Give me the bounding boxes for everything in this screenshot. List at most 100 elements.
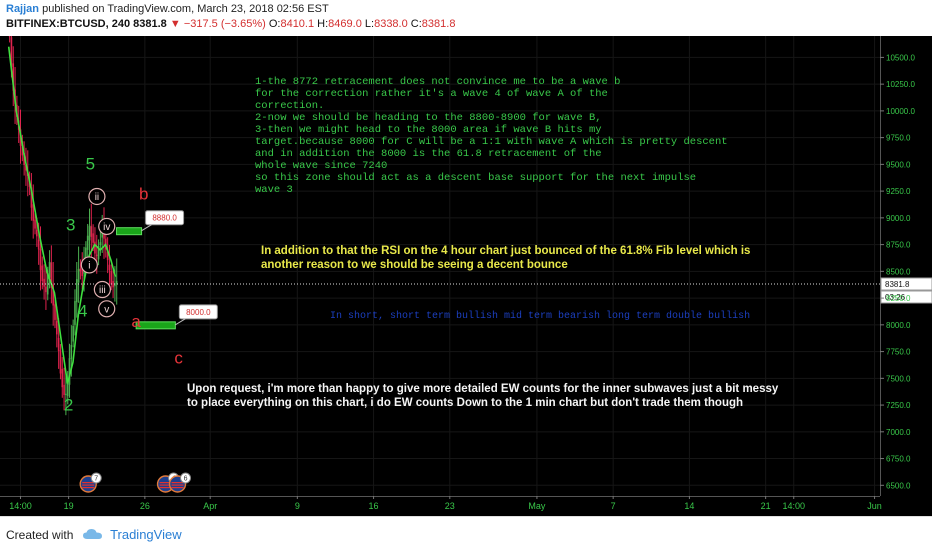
candle-body bbox=[63, 384, 65, 395]
white-annotation-line: to place everything on this chart, i do … bbox=[187, 397, 743, 409]
tradingview-link[interactable]: TradingView bbox=[110, 527, 182, 542]
x-tick-label: May bbox=[528, 501, 546, 511]
green-annotation-line: so this zone should act as a descent bas… bbox=[255, 172, 696, 184]
candle-body bbox=[94, 241, 96, 254]
flag-stripe bbox=[171, 484, 184, 486]
x-tick-label: 9 bbox=[295, 501, 300, 511]
subwave-label-iii: iii bbox=[99, 285, 106, 296]
y-tick-label: 9500.0 bbox=[886, 160, 911, 169]
wave-label-a: a bbox=[131, 312, 141, 331]
candle-body bbox=[61, 368, 64, 388]
x-tick-label: 7 bbox=[611, 501, 616, 511]
candle-body bbox=[92, 233, 94, 243]
green-annotation-line: 1-the 8772 retracement does not convince… bbox=[255, 76, 620, 88]
y-tick-label: 7500.0 bbox=[886, 374, 911, 383]
chart-footer: Created with TradingView bbox=[0, 516, 932, 551]
y-tick-label: 6750.0 bbox=[886, 455, 911, 464]
candle-body bbox=[37, 239, 40, 250]
candle-body bbox=[70, 344, 73, 359]
green-annotation-line: target.because 8000 for C will be a 1:1 … bbox=[255, 136, 728, 148]
low-value: 8338.0 bbox=[374, 18, 408, 30]
yellow-annotation-line: In addition to that the RSI on the 4 hou… bbox=[261, 245, 750, 257]
x-tick-label: 14:00 bbox=[9, 501, 32, 511]
subwave-label-v: v bbox=[104, 304, 109, 315]
y-tick-label: 9750.0 bbox=[886, 134, 911, 143]
target-callout-text: 8000.0 bbox=[186, 308, 211, 317]
last-price-tag-text: 8381.8 bbox=[885, 280, 910, 289]
down-arrow-icon: ▼ bbox=[169, 18, 181, 30]
target-zone[interactable] bbox=[135, 321, 176, 330]
candle-body bbox=[95, 254, 98, 256]
candle-body bbox=[39, 248, 42, 271]
candle-body bbox=[77, 269, 80, 283]
subwave-label-ii: ii bbox=[95, 192, 99, 203]
wave-label-c: c bbox=[174, 348, 183, 367]
y-tick-label: 7750.0 bbox=[886, 348, 911, 357]
x-tick-label: 23 bbox=[445, 501, 455, 511]
publish-line: Rajjan published on TradingView.com, Mar… bbox=[6, 3, 329, 15]
y-tick-label: 8000.0 bbox=[886, 321, 911, 330]
green-annotation-line: and in addition the 8000 is the 61.8 ret… bbox=[255, 148, 602, 160]
price-change: −317.5 (−3.65%) bbox=[183, 18, 266, 30]
y-tick-label: 10000.0 bbox=[886, 107, 915, 116]
flag-stripe bbox=[82, 484, 95, 486]
candle-body bbox=[54, 304, 56, 320]
x-tick-label: Apr bbox=[203, 501, 217, 511]
wave-label-3: 3 bbox=[66, 216, 75, 235]
chart-area[interactable]: 8381.8 03:26 8880.0 8000.0 5342bac ii iv i ii… bbox=[0, 11, 932, 516]
y-tick-label: 6500.0 bbox=[886, 481, 911, 490]
candle-body bbox=[110, 270, 113, 285]
y-tick-label: 7250.0 bbox=[886, 401, 911, 410]
candle-body bbox=[99, 242, 102, 246]
candle-body bbox=[57, 337, 60, 352]
green-annotation-line: 3-then we might head to the 8000 area if… bbox=[255, 124, 602, 136]
y-tick-label: 8250.0 bbox=[886, 294, 911, 303]
candle-body bbox=[74, 301, 76, 325]
last-price: 8381.8 bbox=[133, 18, 167, 30]
candle-body bbox=[59, 350, 62, 374]
yellow-annotation-line: another reason to we should be seeing a … bbox=[261, 259, 568, 271]
wave-label-b: b bbox=[139, 185, 148, 204]
symbol-line: BITFINEX:BTCUSD, 240 8381.8 ▼ −317.5 (−3… bbox=[6, 18, 455, 30]
y-tick-label: 10500.0 bbox=[886, 53, 915, 62]
created-with-text: Created with bbox=[6, 528, 74, 542]
candle-body bbox=[88, 225, 91, 241]
flag-stripe bbox=[82, 482, 95, 484]
candle-body bbox=[79, 268, 82, 272]
x-tick-label: 14 bbox=[684, 501, 694, 511]
green-annotation-line: correction. bbox=[255, 100, 324, 112]
created-with: Created with TradingView bbox=[6, 527, 182, 543]
high-label: H: bbox=[317, 18, 329, 30]
close-value: 8381.8 bbox=[421, 18, 456, 30]
candle-body bbox=[34, 219, 36, 229]
candle-body bbox=[75, 279, 78, 303]
candle-body bbox=[72, 325, 74, 342]
candle-body bbox=[41, 265, 44, 282]
x-tick-label: Jun bbox=[867, 501, 882, 511]
candle-body bbox=[45, 286, 47, 293]
candle-body bbox=[56, 321, 58, 335]
symbol-name[interactable]: BITFINEX:BTCUSD, 240 bbox=[6, 18, 130, 30]
wave-label-5: 5 bbox=[86, 155, 95, 174]
target-zone[interactable] bbox=[116, 227, 143, 236]
wave-label-4: 4 bbox=[78, 301, 87, 320]
price-chart[interactable]: 8381.803:26 8880.08000.0 5342bac iiiviii… bbox=[0, 11, 932, 516]
candle-body bbox=[112, 280, 114, 288]
candle-body bbox=[43, 278, 45, 287]
flag-stripe bbox=[171, 487, 184, 489]
subwave-label-i: i bbox=[88, 260, 90, 271]
event-count: 7 bbox=[94, 476, 98, 483]
event-count: 6 bbox=[184, 476, 188, 483]
candle-body bbox=[8, 17, 11, 37]
close-label: C: bbox=[410, 18, 422, 30]
y-tick-label: 9000.0 bbox=[886, 214, 911, 223]
y-tick-label: 8750.0 bbox=[886, 241, 911, 250]
green-annotation-line: for the correction rather it's a wave 4 … bbox=[255, 88, 608, 100]
author-name[interactable]: Rajjan bbox=[6, 3, 39, 15]
wave-label-2: 2 bbox=[64, 395, 73, 414]
x-tick-label: 14:00 bbox=[782, 501, 805, 511]
green-annotation-line: whole wave since 7240 bbox=[255, 160, 387, 172]
y-tick-label: 10250.0 bbox=[886, 80, 915, 89]
chart-header: Rajjan published on TradingView.com, Mar… bbox=[0, 0, 932, 36]
subwave-label-iv: iv bbox=[103, 222, 110, 233]
